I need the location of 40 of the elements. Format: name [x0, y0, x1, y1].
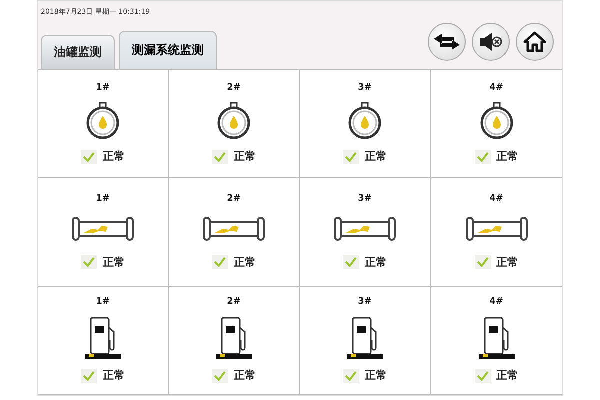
unit-label: 1#	[96, 83, 110, 94]
status-text: 正常	[496, 254, 518, 270]
status-text: 正常	[234, 149, 256, 164]
tank-icon	[478, 102, 514, 140]
status-text: 正常	[496, 149, 518, 164]
swap-arrows-icon	[432, 32, 462, 52]
tab[interactable]: 油罐监测	[41, 35, 115, 69]
swap-arrows-button[interactable]	[428, 23, 466, 61]
unit-label: 2#	[227, 297, 241, 308]
status-text: 正常	[234, 254, 256, 270]
mute-icon	[478, 31, 504, 53]
unit-label: 4#	[490, 297, 504, 308]
mute-button[interactable]	[472, 23, 510, 61]
status-text: 正常	[103, 368, 125, 384]
unit-label: 2#	[227, 83, 241, 94]
unit-label: 1#	[96, 194, 110, 204]
unit-label: 4#	[490, 194, 504, 204]
pipe-icon	[334, 216, 396, 242]
pipe-icon	[72, 216, 134, 242]
tab[interactable]: 测漏系统监测	[119, 31, 217, 69]
tank-icon	[85, 102, 121, 140]
status-text: 正常	[103, 254, 125, 270]
unit-label: 3#	[358, 194, 372, 204]
tank-icon	[216, 102, 252, 140]
unit-label: 1#	[96, 297, 110, 308]
unit-label: 2#	[227, 194, 241, 204]
home-icon	[523, 31, 547, 53]
status-text: 正常	[496, 368, 518, 384]
status-text: 正常	[365, 254, 387, 270]
tank-icon	[347, 102, 383, 140]
pipe-icon	[466, 216, 528, 242]
unit-label: 3#	[358, 83, 372, 94]
unit-label: 3#	[358, 297, 372, 308]
unit-label: 4#	[490, 83, 504, 94]
pipe-icon	[203, 216, 265, 242]
status-text: 正常	[234, 368, 256, 384]
status-text: 正常	[103, 149, 125, 164]
status-text: 正常	[365, 368, 387, 384]
home-button[interactable]	[516, 23, 554, 61]
status-text: 正常	[365, 149, 387, 164]
